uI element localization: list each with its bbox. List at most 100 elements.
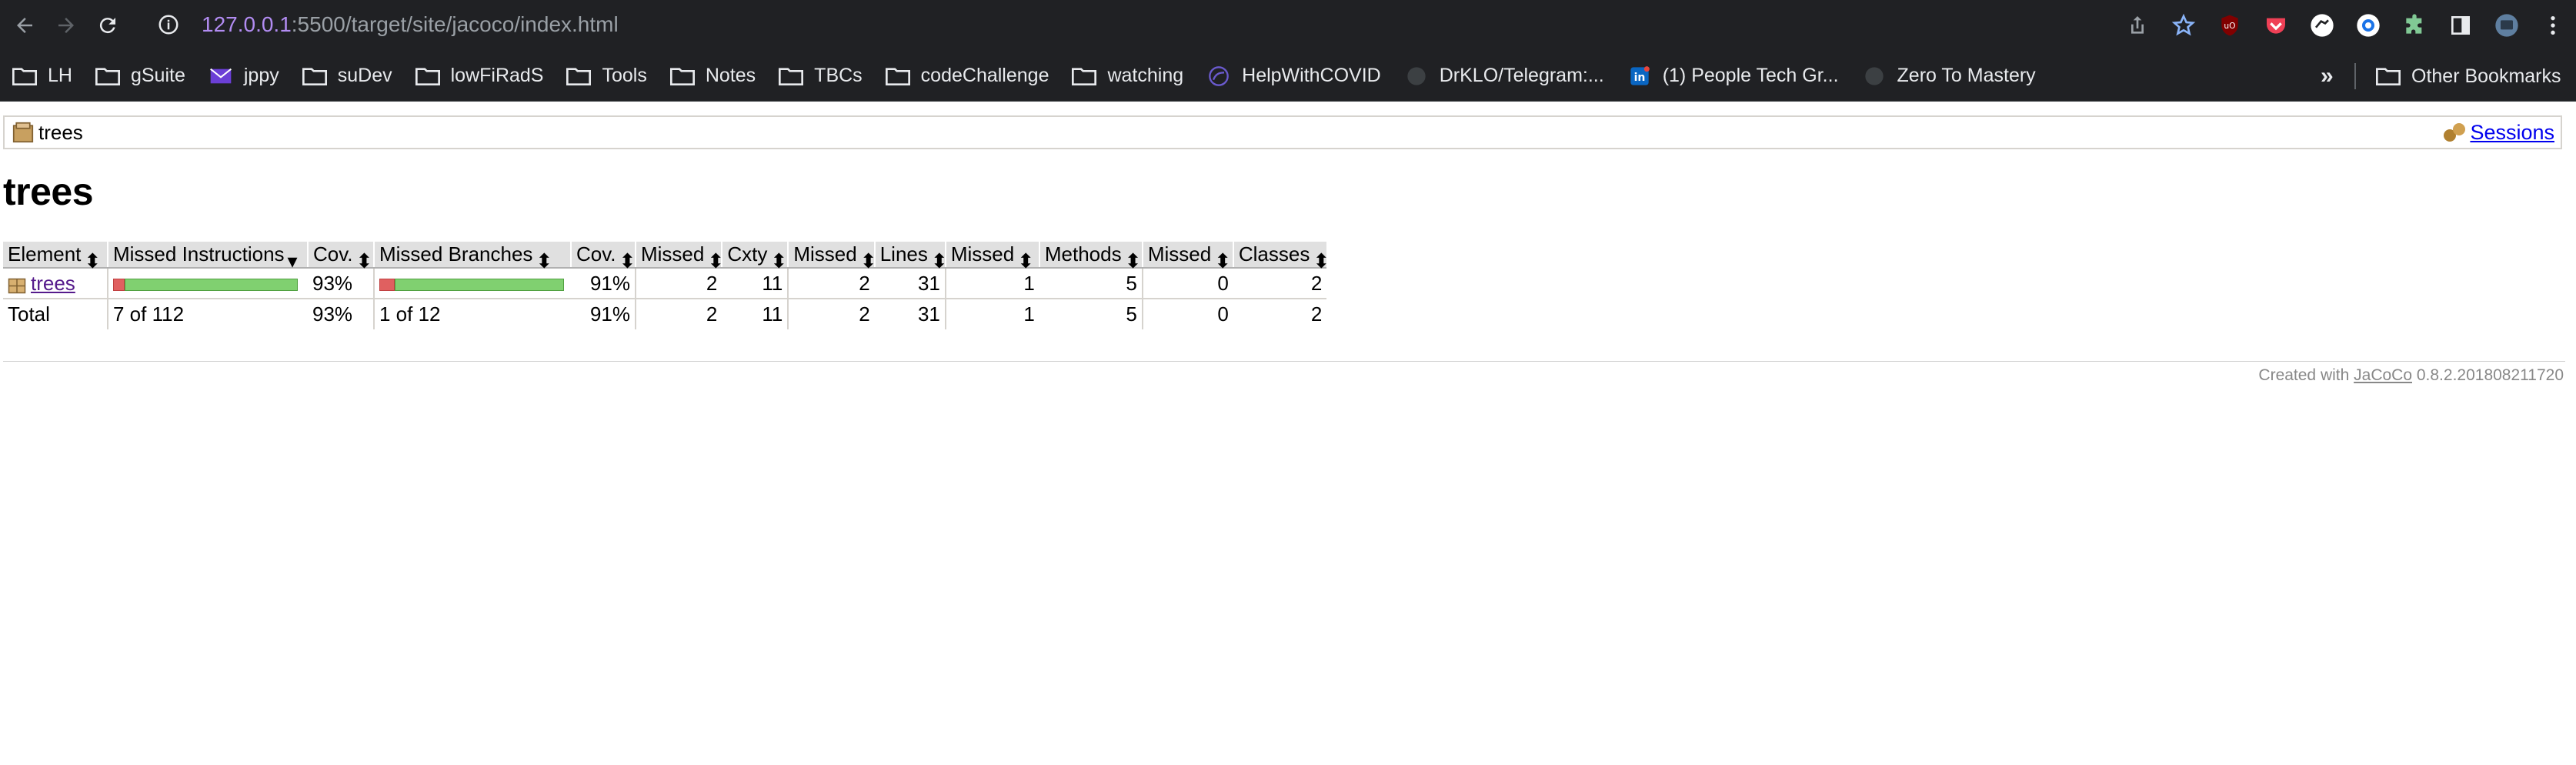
col-header-branch-cov[interactable]: Cov. ⬍ [570, 242, 636, 273]
col-header-methods-missed[interactable]: Missed ⬍ [944, 242, 1039, 272]
col-header-classes-missed[interactable]: Missed ⬍ [1141, 242, 1233, 273]
col-header-cxty[interactable]: Cxty ⬍ [721, 242, 789, 272]
site-info-icon[interactable] [157, 13, 180, 36]
col-header-classes[interactable]: Classes ⬍ [1232, 242, 1330, 273]
bookmark-item[interactable]: gSuite [86, 57, 195, 95]
bookmarks-bar: LH gSuite jppy suDev lowFiRadS Tools Notes TBCs… [0, 51, 2576, 102]
star-icon [2171, 13, 2196, 36]
bookmark-label: watching [1107, 65, 1184, 86]
col-header-cxty-missed[interactable]: Missed ⬍ [634, 242, 724, 272]
element-link[interactable]: trees [31, 272, 75, 295]
col-header-missed-instructions[interactable]: Missed Instructions ▾ [107, 242, 308, 273]
extension-runner[interactable] [2299, 2, 2345, 48]
menu-button[interactable] [2530, 2, 2576, 48]
col-header-methods[interactable]: Methods ⬍ [1038, 242, 1143, 273]
extensions-button[interactable] [2391, 2, 2438, 48]
lines-missed-cell: 2 [787, 268, 875, 299]
avatar-icon [2495, 14, 2518, 37]
jacoco-link[interactable]: JaCoCo [2354, 366, 2412, 384]
total-instr-cov: 93% [312, 302, 353, 326]
bookmark-item[interactable]: Zero To Mastery [1853, 57, 2045, 95]
back-arrow-icon [17, 18, 32, 33]
extension-circle[interactable] [2345, 2, 2391, 48]
bookmark-item[interactable]: Notes [661, 57, 765, 95]
bookmark-label: Zero To Mastery [1897, 65, 2036, 86]
bookmark-item[interactable]: in (1) People Tech Gr... [1618, 57, 1848, 95]
runner-extension-icon [2311, 14, 2334, 37]
sort-icon: ⬍ [1124, 249, 1142, 273]
folder-icon [415, 67, 440, 85]
sessions-icon [2444, 123, 2466, 142]
total-methods-missed: 1 [944, 299, 1039, 329]
reload-button[interactable] [91, 8, 125, 42]
total-branches: 1 of 12 [373, 299, 571, 329]
folder-icon [566, 67, 592, 85]
bookmark-item[interactable]: Tools [557, 57, 656, 95]
bookmark-item[interactable]: watching [1063, 57, 1193, 95]
missed-instructions-bar-cell [107, 268, 308, 299]
col-header-lines[interactable]: Lines ⬍ [873, 242, 948, 273]
share-button[interactable] [2114, 2, 2161, 48]
other-bookmarks-button[interactable]: Other Bookmarks [2367, 57, 2571, 95]
breadcrumb-current: trees [38, 120, 83, 144]
github-icon [1864, 66, 1884, 85]
total-branch-cov: 91% [589, 302, 630, 326]
bookmark-label: jppy [243, 65, 279, 86]
bookmark-item[interactable]: lowFiRadS [406, 57, 553, 95]
folder-icon [302, 67, 327, 85]
missed-bar-segment [379, 278, 395, 291]
forward-button[interactable] [49, 8, 83, 42]
sort-icon: ⬍ [859, 249, 877, 273]
bookmark-item[interactable]: codeChallenge [876, 57, 1059, 95]
kebab-menu-icon [2551, 16, 2555, 35]
footer-divider [3, 361, 2565, 362]
sort-icon: ⬍ [930, 249, 948, 273]
svg-text:in: in [1633, 71, 1645, 83]
total-instructions: 7 of 112 [107, 299, 308, 329]
bookmark-item[interactable]: HelpWithCOVID [1197, 57, 1390, 95]
col-header-element[interactable]: Element ⬍ [3, 242, 108, 273]
sort-icon: ⬍ [1214, 249, 1232, 273]
sort-icon: ⬍ [1313, 249, 1330, 273]
browser-toolbar: 127.0.0.1:5500/target/site/jacoco/index.… [0, 0, 2576, 51]
bookmark-star-button[interactable] [2161, 2, 2207, 48]
folder-icon [95, 67, 120, 85]
table-row: trees 93% 91% 2 11 2 31 1 5 0 2 [3, 268, 1327, 299]
more-bookmarks-button[interactable]: » [2321, 51, 2334, 102]
bookmark-label: Notes [705, 65, 756, 86]
col-header-missed-branches[interactable]: Missed Branches ⬍ [373, 242, 571, 272]
sessions-link[interactable]: Sessions [2470, 121, 2554, 145]
folder-icon [779, 67, 804, 85]
bookmark-item[interactable]: jppy [199, 57, 289, 95]
footer-version: 0.8.2.201808211720 [2416, 366, 2564, 384]
svg-text:uO: uO [2224, 21, 2235, 31]
bookmark-item[interactable]: LH [3, 57, 82, 95]
pocket-extension[interactable] [2253, 2, 2299, 48]
back-button[interactable] [8, 8, 42, 42]
side-panel-button[interactable] [2438, 2, 2484, 48]
methods-missed-cell: 1 [944, 268, 1039, 299]
col-header-lines-missed[interactable]: Missed ⬍ [787, 242, 877, 273]
folder-icon [885, 67, 910, 85]
ublock-extension[interactable]: uO [2207, 2, 2253, 48]
folder-icon [12, 67, 37, 85]
branch-cov-cell: 91% [571, 268, 636, 299]
sort-icon: ⬍ [619, 249, 636, 273]
coverage-table: Element ⬍ Missed Instructions ▾ Cov. ⬍ Miss… [3, 242, 1330, 329]
bookmark-label: LH [48, 65, 72, 86]
col-header-instr-cov[interactable]: Cov. ⬍ [307, 242, 374, 273]
sort-icon: ⬍ [355, 249, 373, 273]
bookmark-item[interactable]: DrKLO/Telegram:... [1395, 57, 1613, 95]
forward-arrow-icon [58, 18, 74, 33]
address-bar[interactable]: 127.0.0.1:5500/target/site/jacoco/index.… [157, 5, 2188, 45]
bookmark-item[interactable]: TBCs [769, 57, 872, 95]
folder-icon [2376, 68, 2401, 85]
package-icon [8, 278, 26, 293]
classes-cell: 2 [1233, 268, 1327, 299]
sort-desc-icon: ▾ [287, 249, 298, 273]
profile-button[interactable] [2484, 2, 2530, 48]
bookmark-item[interactable]: suDev [293, 57, 402, 95]
bookmark-label: lowFiRadS [450, 65, 544, 86]
sort-icon: ⬍ [84, 249, 102, 273]
total-methods: 5 [1126, 302, 1137, 326]
